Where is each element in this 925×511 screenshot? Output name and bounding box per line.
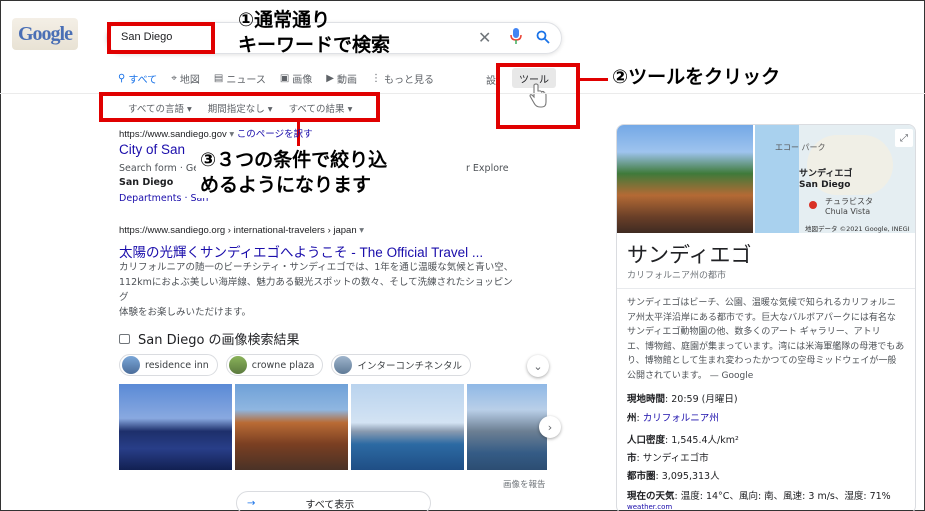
kp-fact-metro: 都市圏: 3,095,313人 bbox=[627, 471, 720, 482]
tab-images[interactable]: ▣ 画像 bbox=[280, 71, 312, 86]
result-url: https://www.sandiego.org › international… bbox=[119, 225, 365, 236]
show-all-button[interactable]: → すべて表示 bbox=[236, 491, 431, 511]
map-ocean bbox=[755, 125, 799, 233]
result-sitelinks: Departments · San bbox=[119, 193, 209, 204]
kp-description: サンディエゴはビーチ、公園、温暖な気候で知られるカリフォルニ ア州太平洋沿岸にあ… bbox=[627, 298, 905, 381]
search-tabs: ⚲ すべて ⌖ 地図 ▤ ニュース ▣ 画像 ▶ 動画 ⋮ もっと見る bbox=[118, 71, 434, 86]
more-icon: ⋮ bbox=[370, 73, 381, 84]
search-icon: ⚲ bbox=[118, 73, 126, 84]
clear-icon[interactable]: ✕ bbox=[478, 28, 491, 47]
map-pin-icon: ⌖ bbox=[171, 73, 177, 84]
sitelink-departments[interactable]: Departments bbox=[119, 193, 181, 204]
annotation-connector bbox=[580, 78, 608, 81]
chip-thumbnail bbox=[334, 356, 353, 374]
chevron-down-icon[interactable]: ▾ bbox=[229, 129, 234, 140]
chip-intercontinental[interactable]: インターコンチネンタル bbox=[331, 354, 471, 376]
result-url: https://www.sandiego.gov ▾ このページを訳す bbox=[119, 129, 313, 140]
annotation-box-search bbox=[107, 22, 215, 54]
chip-thumbnail bbox=[122, 356, 140, 374]
images-next-button[interactable]: › bbox=[539, 416, 561, 438]
google-logo[interactable]: Google bbox=[12, 18, 78, 50]
tab-videos[interactable]: ▶ 動画 bbox=[326, 71, 357, 86]
chip-residence-inn[interactable]: residence inn bbox=[119, 354, 218, 376]
annotation-step3: ③３つの条件で絞り込 めるようになります bbox=[196, 148, 392, 198]
mic-icon[interactable] bbox=[510, 28, 522, 48]
chevron-down-icon: ⌄ bbox=[533, 359, 543, 373]
annotation-box-filters bbox=[99, 92, 380, 122]
annotation-box-tools bbox=[496, 63, 580, 129]
kp-subtitle: カリフォルニア州の都市 bbox=[627, 271, 727, 281]
map-credit: 地図データ ©2021 Google, INEGI bbox=[805, 225, 910, 233]
search-icon[interactable] bbox=[536, 29, 550, 48]
video-icon: ▶ bbox=[326, 73, 334, 84]
result-snippet-end: r Explore bbox=[466, 163, 509, 174]
report-images-link[interactable]: 画像を報告 bbox=[503, 478, 546, 490]
tab-more[interactable]: ⋮ もっと見る bbox=[371, 71, 434, 86]
kp-divider bbox=[617, 288, 915, 289]
city-photo[interactable] bbox=[617, 125, 753, 233]
result-title[interactable]: City of San bbox=[119, 142, 185, 157]
city-map[interactable]: エコー パーク サンディエゴ San Diego チュラビスタ Chula Vist… bbox=[755, 125, 915, 233]
result-title[interactable]: 太陽の光輝くサンディエゴへようこそ - The Official Travel … bbox=[119, 241, 483, 261]
kp-fact-city: 市: サンディエゴ市 bbox=[627, 453, 709, 464]
arrow-right-icon: → bbox=[247, 497, 256, 509]
kp-fact-weather: 現在の天気: 温度: 14°C、風向: 南、風速: 3 m/s、湿度: 71% bbox=[627, 491, 891, 502]
tab-settings[interactable]: 設 bbox=[486, 72, 496, 87]
tab-news[interactable]: ▤ ニュース bbox=[214, 71, 266, 86]
translate-link[interactable]: このページを訳す bbox=[237, 129, 313, 140]
kp-fact-density: 人口密度: 1,545.4人/km² bbox=[627, 435, 739, 446]
result-snippet: Search form · Ge bbox=[119, 163, 200, 174]
chips-expand-button[interactable]: ⌄ bbox=[527, 355, 549, 377]
image-chips: residence inn crowne plaza インターコンチネンタル bbox=[119, 354, 471, 376]
map-pin-icon bbox=[809, 201, 817, 209]
chevron-down-icon[interactable]: ▾ bbox=[359, 225, 364, 236]
chip-crowne-plaza[interactable]: crowne plaza bbox=[225, 354, 324, 376]
image-icon: ▣ bbox=[279, 73, 290, 84]
weather-source-link[interactable]: weather.com bbox=[627, 503, 672, 511]
tab-all[interactable]: ⚲ すべて bbox=[118, 71, 157, 86]
image-thumbnail[interactable] bbox=[351, 384, 464, 470]
kp-fact-local-time: 現地時間: 20:59 (月曜日) bbox=[627, 394, 738, 405]
map-label-chula-vista: チュラビスタ Chula Vista bbox=[825, 197, 873, 216]
map-label-san-diego: サンディエゴ San Diego bbox=[799, 169, 853, 190]
result-bold-text: San Diego bbox=[119, 177, 174, 188]
result-snippet: カリフォルニアの随一のビーチシティ・サンディエゴでは、1年を通じ温暖な気候と青い… bbox=[119, 262, 514, 318]
kp-title: サンディエゴ bbox=[627, 243, 752, 267]
knowledge-panel: エコー パーク サンディエゴ San Diego チュラビスタ Chula Vist… bbox=[616, 124, 916, 511]
image-thumbnail[interactable] bbox=[235, 384, 348, 470]
news-icon: ▤ bbox=[213, 73, 224, 84]
annotation-step2: ②ツールをクリック bbox=[612, 66, 781, 88]
expand-map-icon[interactable]: ⤢ bbox=[895, 129, 913, 147]
images-heading: San Diego の画像検索結果 bbox=[119, 329, 300, 348]
chevron-right-icon: › bbox=[547, 420, 553, 434]
kp-fact-state: 州: カリフォルニア州 bbox=[627, 413, 719, 424]
annotation-step1: ①通常通り キーワードで検索 bbox=[238, 9, 391, 56]
image-thumbnail[interactable] bbox=[119, 384, 232, 470]
map-label-echo-park: エコー パーク bbox=[775, 143, 826, 152]
image-thumbnail[interactable] bbox=[467, 384, 547, 470]
chip-thumbnail bbox=[228, 356, 247, 374]
image-icon bbox=[119, 333, 130, 344]
tab-maps[interactable]: ⌖ 地図 bbox=[171, 71, 200, 86]
